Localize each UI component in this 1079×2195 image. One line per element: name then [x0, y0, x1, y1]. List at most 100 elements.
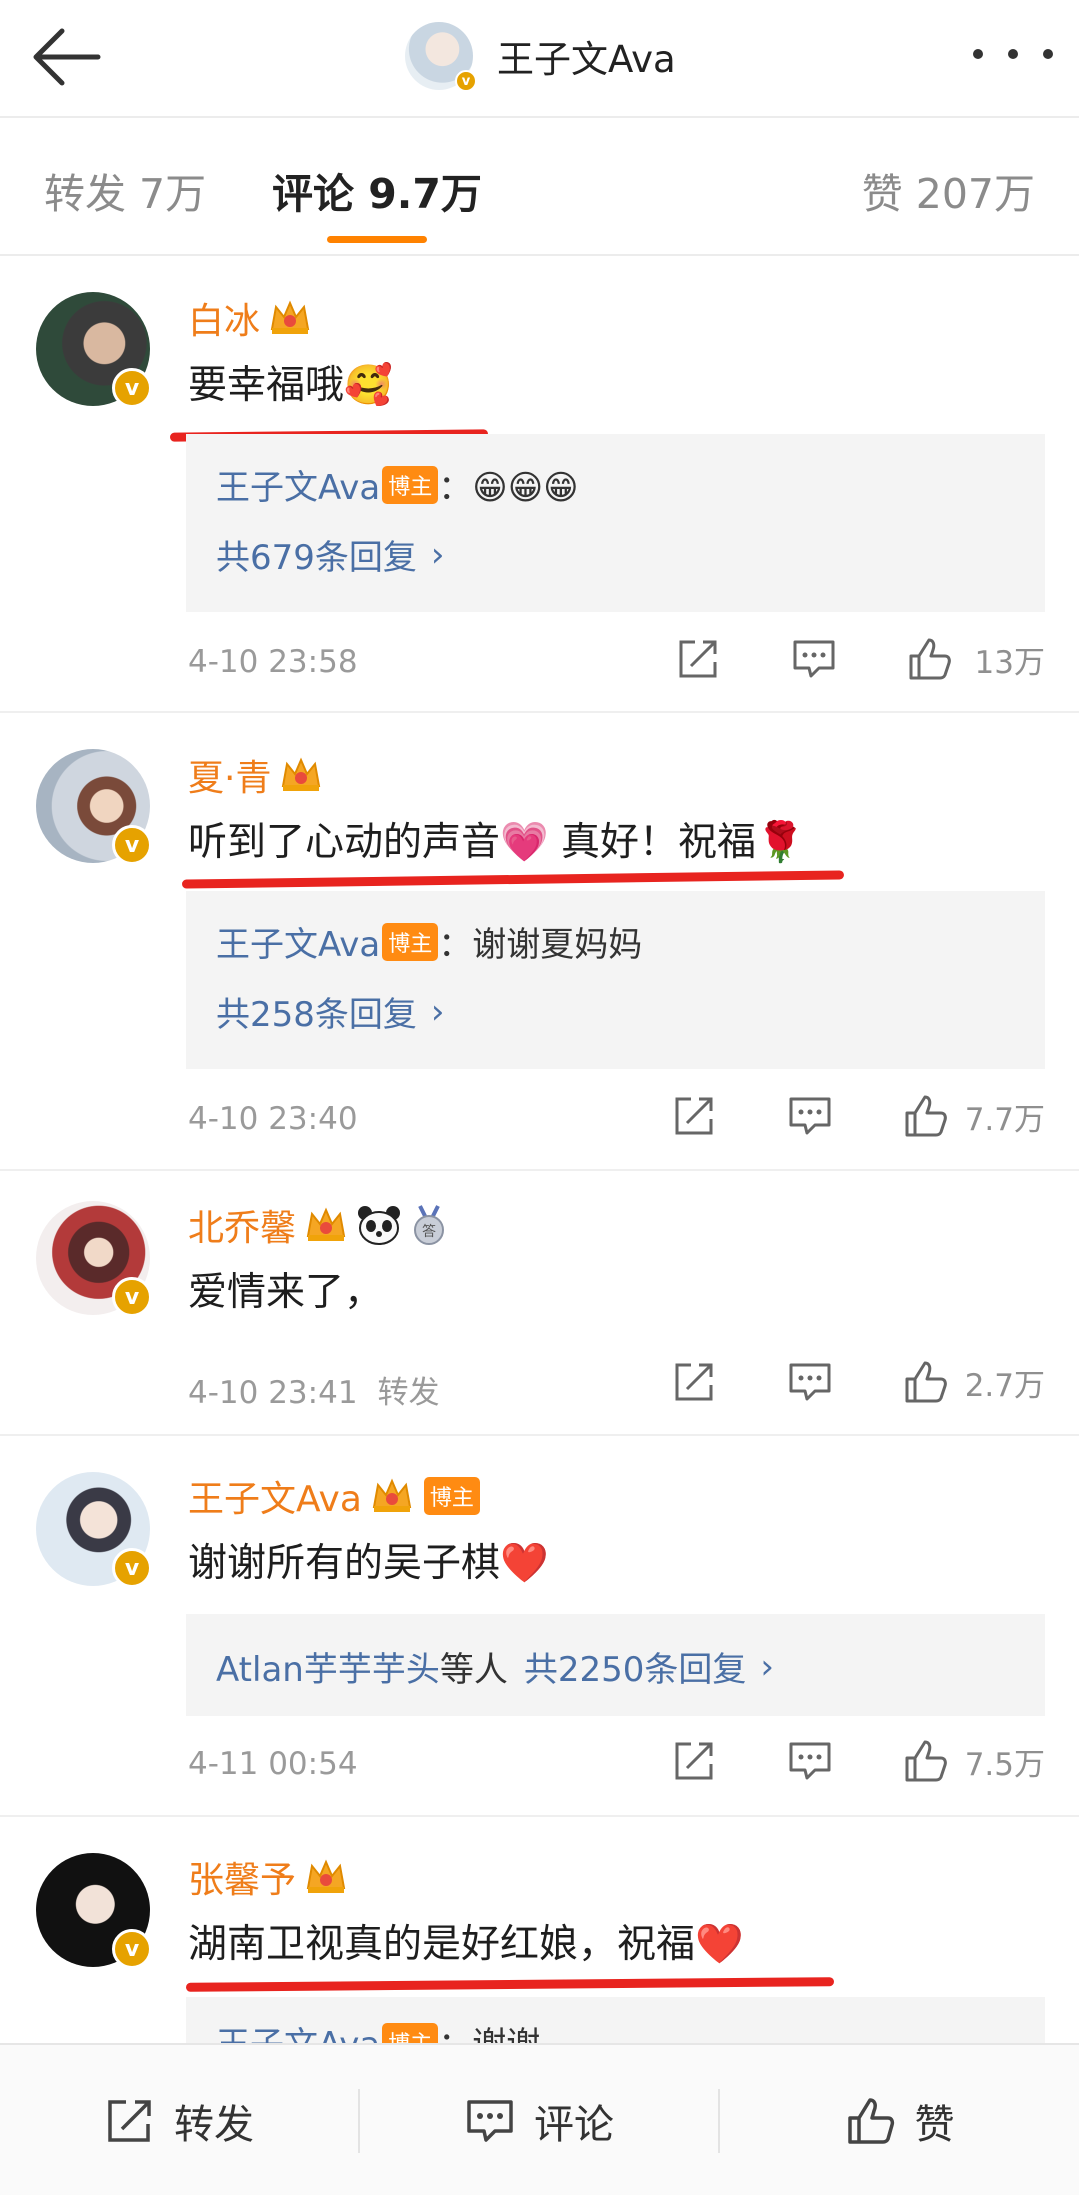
comment-time: 4-10 23:41	[188, 1375, 358, 1411]
reply-line: 王子文Ava 博主 ：谢谢夏妈妈	[216, 917, 642, 966]
verified-icon: v	[112, 368, 152, 408]
comment-time-row: 4-10 23:41 转发	[188, 1367, 440, 1412]
username[interactable]: 北乔馨	[188, 1199, 296, 1251]
avatar[interactable]: v	[405, 22, 477, 92]
comment-header: 夏·青	[188, 749, 323, 801]
reply-preview[interactable]: 王子文Ava 博主 ：😁😁😁 共679条回复 ›	[186, 434, 1045, 612]
like-count: 7.5万	[964, 1746, 1045, 1783]
reply-preview[interactable]: Atlan芋芋芋头 等人 共2250条回复 ›	[186, 1614, 1045, 1716]
reply-text: ：谢谢夏妈妈	[438, 925, 643, 965]
more-icon-dot	[1008, 49, 1018, 59]
reply-count: 共2250条回复	[523, 1650, 747, 1690]
comment-actions: 7.5万	[671, 1738, 1045, 1784]
repost-button[interactable]: 转发	[0, 2045, 358, 2195]
medal-icon: 答	[414, 1205, 445, 1245]
comment-icon	[467, 2100, 513, 2142]
tab-comment[interactable]: 评论 9.7万	[272, 160, 482, 220]
reply-count: 共679条回复	[216, 538, 417, 578]
comment-icon[interactable]	[787, 1738, 833, 1784]
comment-icon[interactable]	[791, 636, 837, 682]
comment-header: 王子文Ava 博主	[188, 1470, 480, 1522]
view-replies-link[interactable]: 共679条回复 ›	[216, 530, 445, 579]
chevron-right-icon: ›	[760, 1646, 774, 1687]
red-annotation-underline	[185, 1977, 835, 1992]
tab-bar: 转发 7万 评论 9.7万 赞 207万	[0, 118, 1079, 256]
avatar[interactable]: v	[36, 1201, 152, 1317]
reply-line: 王子文Ava 博主 ：😁😁😁	[216, 460, 579, 509]
view-replies-link[interactable]: Atlan芋芋芋头 等人 共2250条回复 ›	[216, 1642, 774, 1691]
reply-preview[interactable]: 王子文Ava 博主 ：谢谢夏妈妈 共258条回复 ›	[186, 891, 1045, 1069]
share-icon[interactable]	[671, 1738, 717, 1784]
avatar[interactable]: v	[36, 292, 152, 408]
svg-text:答: 答	[422, 1223, 436, 1240]
chevron-right-icon: ›	[430, 991, 445, 1032]
view-replies-link[interactable]: 共258条回复 ›	[216, 987, 445, 1036]
panda-icon	[358, 1206, 401, 1245]
avatar[interactable]: v	[36, 1853, 152, 1969]
reply-text: ：😁😁😁	[438, 468, 579, 508]
like-icon[interactable]	[907, 636, 953, 682]
verified-icon: v	[112, 1548, 152, 1588]
top-nav-bar: v 王子文Ava	[0, 0, 1079, 118]
like-count: 2.7万	[964, 1367, 1045, 1404]
more-icon-dot	[1043, 49, 1053, 59]
comment-item: v 夏·青 听到了心动的声音💗 真好！祝福🌹 王子文Ava 博主 ：谢谢夏妈妈 …	[0, 713, 1079, 1171]
more-button[interactable]	[973, 36, 1053, 72]
comment-header: 白冰	[188, 292, 312, 344]
comment-text: 谢谢所有的吴子棋❤️	[188, 1541, 549, 1586]
reply-author[interactable]: 王子文Ava	[216, 917, 380, 966]
like-label: 赞	[914, 2102, 955, 2148]
like-count: 13万	[974, 644, 1045, 681]
chevron-right-icon: ›	[430, 534, 445, 575]
comment-actions: 7.7万	[671, 1093, 1045, 1139]
crown-icon	[306, 1207, 346, 1241]
comment-actions: 2.7万	[671, 1359, 1045, 1405]
username[interactable]: 夏·青	[188, 749, 271, 801]
username[interactable]: 白冰	[188, 292, 260, 344]
verified-icon: v	[455, 70, 477, 92]
reply-author[interactable]: 王子文Ava	[216, 460, 380, 509]
share-icon	[108, 2100, 151, 2142]
repost-label: 转发	[174, 2102, 254, 2148]
tab-repost[interactable]: 转发 7万	[44, 160, 206, 220]
bottom-action-bar: 转发 评论 赞	[0, 2043, 1079, 2195]
username[interactable]: 张馨予	[188, 1851, 296, 1903]
like-count: 7.7万	[964, 1101, 1045, 1138]
share-icon[interactable]	[671, 1359, 717, 1405]
reply-users[interactable]: Atlan芋芋芋头	[216, 1642, 440, 1691]
comment-time: 4-10 23:40	[188, 1101, 358, 1137]
red-annotation-underline	[181, 870, 845, 889]
avatar[interactable]: v	[36, 749, 152, 865]
comment-button[interactable]: 评论	[360, 2045, 718, 2195]
crown-icon	[282, 757, 321, 791]
avatar[interactable]: v	[36, 1472, 152, 1588]
like-button[interactable]: 赞	[720, 2045, 1079, 2195]
profile-header[interactable]: v 王子文Ava	[405, 18, 676, 94]
back-button[interactable]	[26, 22, 106, 92]
username[interactable]: 王子文Ava	[188, 1470, 362, 1522]
host-badge: 博主	[382, 465, 439, 504]
host-badge: 博主	[382, 922, 439, 961]
tab-like[interactable]: 赞 207万	[862, 160, 1035, 220]
share-icon[interactable]	[675, 636, 721, 682]
back-arrow-icon	[33, 28, 101, 86]
reply-count: 共258条回复	[216, 995, 417, 1035]
like-icon[interactable]	[903, 1359, 949, 1405]
comment-text: 听到了心动的声音💗 真好！祝福🌹	[188, 820, 805, 865]
verified-icon: v	[112, 1929, 152, 1969]
comment-item: v 张馨予 湖南卫视真的是好红娘，祝福❤️ 王子文Ava 博主 ：谢谢	[0, 1817, 1079, 2057]
like-icon	[847, 2098, 894, 2144]
repost-link[interactable]: 转发	[378, 1375, 440, 1411]
like-icon[interactable]	[903, 1738, 949, 1784]
weibo-comments-page: v 王子文Ava 转发 7万 评论 9.7万 赞 207万 v 白冰 要幸福哦🥰…	[0, 0, 1079, 2195]
comment-label: 评论	[534, 2102, 614, 2148]
comment-icon[interactable]	[787, 1359, 833, 1405]
like-icon[interactable]	[903, 1093, 949, 1139]
verified-icon: v	[112, 1277, 152, 1317]
comment-item: v 北乔馨 答 爱情来了， 4-10 23:41 转发 2.7万	[0, 1171, 1079, 1436]
share-icon[interactable]	[671, 1093, 717, 1139]
reply-users-suffix: 等人	[439, 1650, 508, 1690]
comment-text: 爱情来了，	[188, 1270, 384, 1315]
comment-icon[interactable]	[787, 1093, 833, 1139]
comment-header: 北乔馨 答	[188, 1199, 448, 1251]
